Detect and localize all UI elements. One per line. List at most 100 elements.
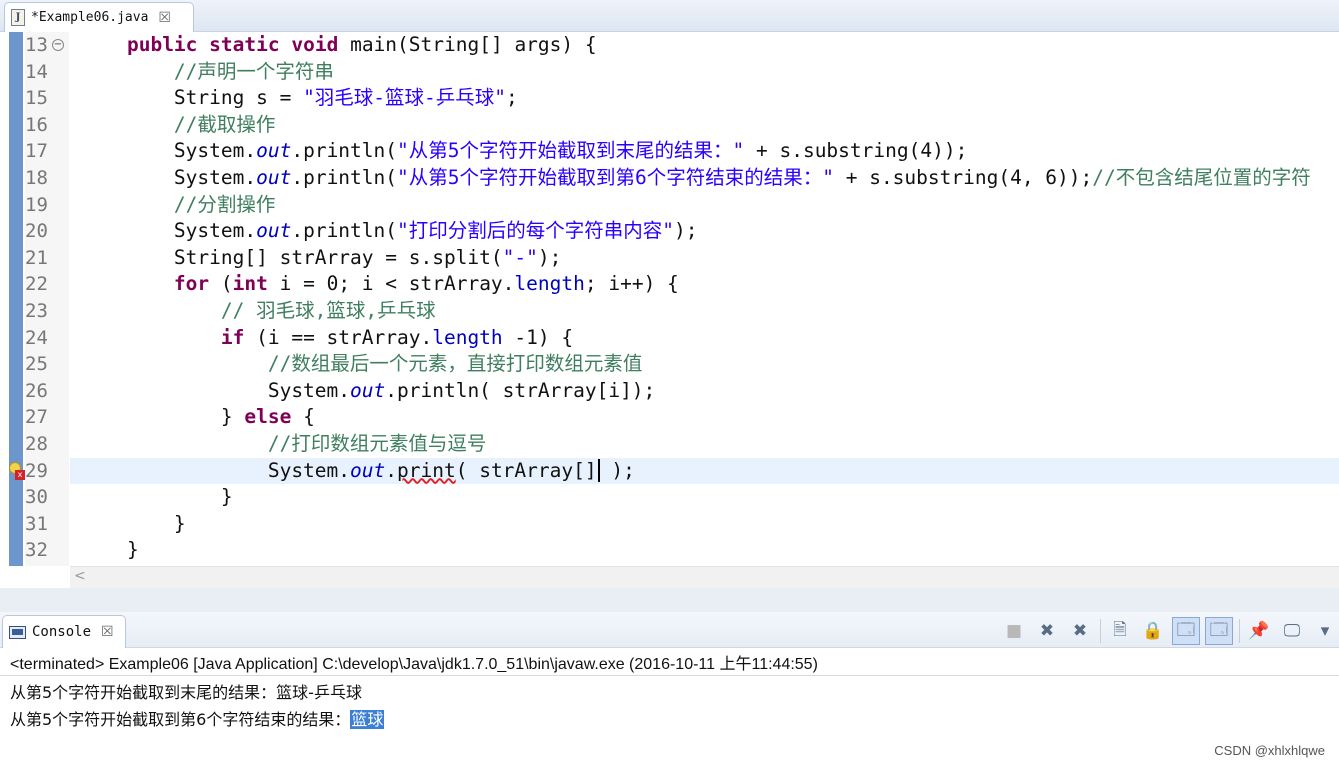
code-line[interactable]: //声明一个字符串 [80, 59, 334, 86]
code-line[interactable]: for (int i = 0; i < strArray.length; i++… [80, 271, 679, 298]
overview-ruler [9, 32, 23, 566]
show-on-stdout-icon[interactable]: 🗔 [1172, 617, 1200, 645]
code-token: } [80, 485, 233, 509]
code-line[interactable]: System.out.println("打印分割后的每个字符串内容"); [80, 218, 698, 245]
line-number: 21 [25, 246, 48, 269]
code-token: } [80, 405, 245, 429]
scroll-lock-icon[interactable]: 🔒 [1139, 617, 1167, 645]
code-line[interactable]: String s = "羽毛球-篮球-乒乓球"; [80, 85, 518, 112]
code-token: public [126, 33, 198, 56]
console-tab[interactable]: Console ☒ [2, 615, 126, 648]
close-icon[interactable]: ☒ [158, 10, 171, 26]
code-token: { [291, 405, 315, 429]
code-token: } [80, 538, 139, 562]
pin-console-icon[interactable]: 📌 [1245, 617, 1273, 645]
code-token: . [385, 458, 398, 482]
console-header: Console ☒ ■ ✖ ✖ 🗎 🔒 🗔 🗔 📌 🖵 ▾ [0, 612, 1339, 648]
fold-toggle-icon[interactable]: − [52, 39, 64, 51]
code-token: //不包含结尾位置的字符 [1092, 166, 1311, 189]
horizontal-scrollbar[interactable]: < [70, 566, 1339, 588]
remove-all-icon[interactable]: ✖ [1066, 617, 1094, 645]
console-output[interactable]: <terminated> Example06 [Java Application… [0, 648, 1339, 767]
code-token: .println( strArray[i]); [385, 378, 656, 402]
code-line[interactable]: System.out.print( strArray[] ); [80, 458, 635, 485]
code-line[interactable]: String[] strArray = s.split("-"); [80, 245, 561, 272]
console-toolbar: ■ ✖ ✖ 🗎 🔒 🗔 🗔 📌 🖵 ▾ [995, 617, 1339, 645]
code-line[interactable]: } [80, 484, 233, 511]
error-marker-icon[interactable]: x [9, 460, 25, 482]
code-token: void [291, 33, 339, 56]
code-token: static [209, 33, 280, 56]
code-token: main(String[] args) { [338, 33, 597, 56]
code-token: //声明一个字符串 [173, 59, 334, 83]
console-tab-title: Console [32, 624, 92, 640]
code-line[interactable]: //截取操作 [80, 112, 275, 139]
code-token: "从第5个字符开始截取到第6个字符结束的结果：" [397, 166, 834, 189]
line-number: 14 [25, 60, 48, 83]
code-token: String s = [80, 86, 304, 110]
remove-launch-icon[interactable]: ✖ [1033, 617, 1061, 645]
code-token: System. [80, 458, 351, 482]
line-number: 30 [25, 486, 48, 509]
editor-tab-title: *Example06.java [31, 10, 149, 25]
code-line[interactable]: // 羽毛球,篮球,乒乓球 [80, 298, 436, 325]
console-status: <terminated> Example06 [Java Application… [10, 656, 818, 673]
line-number: 20 [25, 220, 48, 243]
line-number: 26 [25, 379, 48, 402]
code-token: ); [599, 458, 635, 482]
code-line[interactable]: } [80, 511, 186, 538]
code-line[interactable]: System.out.println( strArray[i]); [80, 378, 655, 405]
code-token: out [350, 378, 386, 402]
editor-tab-example06[interactable]: J *Example06.java ☒ [4, 2, 194, 32]
code-line[interactable]: public static void main(String[] args) { [80, 32, 597, 59]
code-token: if [220, 325, 245, 349]
error-icon: x [15, 469, 25, 480]
console-icon [9, 625, 26, 639]
console-output-line: 从第5个字符开始截取到第6个字符结束的结果：篮球 [10, 706, 385, 730]
scroll-left-icon[interactable]: < [74, 568, 86, 584]
code-line[interactable]: } else { [80, 404, 315, 431]
display-console-icon[interactable]: 🖵 [1278, 617, 1306, 645]
console-output-line: 从第5个字符开始截取到末尾的结果：篮球-乒乓球 [10, 683, 362, 702]
code-line[interactable]: //打印数组元素值与逗号 [80, 431, 486, 458]
code-token: "-" [502, 245, 538, 269]
terminate-icon[interactable]: ■ [1000, 617, 1028, 645]
code-token: out [256, 166, 292, 189]
code-token: length [514, 272, 585, 296]
line-number: 22 [25, 273, 48, 296]
code-token: int [232, 272, 268, 296]
line-number: 17 [25, 140, 48, 163]
line-number: 25 [25, 353, 48, 376]
code-token: else [244, 405, 292, 429]
code-line[interactable]: System.out.println("从第5个字符开始截取到末尾的结果：" +… [80, 138, 967, 165]
code-token: //分割操作 [173, 192, 276, 216]
code-line[interactable]: //分割操作 [80, 192, 275, 219]
toolbar-separator [1239, 619, 1240, 643]
close-icon[interactable]: ☒ [101, 624, 114, 640]
code-token: "打印分割后的每个字符串内容" [397, 219, 674, 243]
view-menu-icon[interactable]: ▾ [1311, 617, 1339, 645]
toolbar-separator [1100, 619, 1101, 643]
code-token: + s.substring(4, 6)); [833, 166, 1093, 189]
line-number: 24 [25, 326, 48, 349]
code-line[interactable]: if (i == strArray.length -1) { [80, 325, 573, 352]
clear-console-icon[interactable]: 🗎 [1106, 617, 1134, 645]
code-token: print [397, 458, 456, 482]
code-line[interactable]: //数组最后一个元素，直接打印数组元素值 [80, 351, 642, 378]
code-token: out [256, 139, 292, 163]
code-line[interactable]: System.out.println("从第5个字符开始截取到第6个字符结束的结… [80, 165, 1311, 192]
line-number: 31 [25, 512, 48, 535]
code-token: -1) { [502, 325, 574, 349]
code-token: System. [80, 378, 351, 402]
show-on-stderr-icon[interactable]: 🗔 [1205, 617, 1233, 645]
code-editor[interactable]: 13− public static void main(String[] arg… [0, 32, 1339, 588]
code-line[interactable]: } [80, 537, 139, 564]
line-number: 23 [25, 300, 48, 322]
